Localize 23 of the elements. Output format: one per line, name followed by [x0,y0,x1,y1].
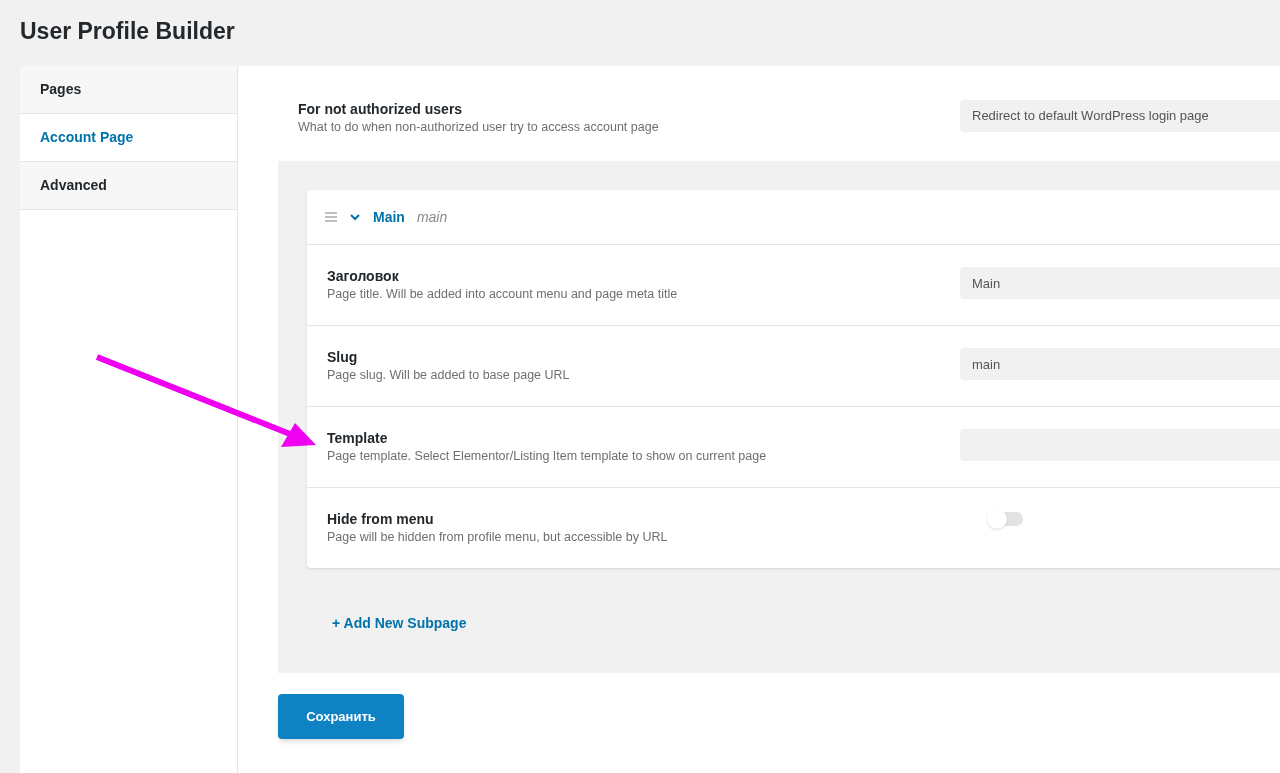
sidebar-tab[interactable]: Advanced [20,162,237,210]
subpage-title[interactable]: Main [373,206,405,228]
field-description: Page slug. Will be added to base page URL [327,367,571,384]
field-label: Заголовок [327,267,400,285]
text-field[interactable]: main [960,348,1280,380]
setting-label: For not authorized users [298,100,464,118]
drag-handle-icon[interactable] [325,212,337,222]
page-title: User Profile Builder [20,17,236,46]
select-field[interactable]: Redirect to default WordPress login page [960,100,1280,132]
add-subpage-link[interactable]: + Add New Subpage [332,615,467,631]
setting-description: What to do when non-authorized user try to access account page [298,119,660,136]
field-description: Page template. Select Elementor/Listing Item template to show on current page [327,448,768,465]
field-label: Slug [327,348,359,366]
field-description: Page title. Will be added into account menu and page meta title [327,286,679,303]
toggle-switch[interactable] [987,512,1023,526]
chevron-icon[interactable] [349,211,361,223]
save-button[interactable]: Сохранить [278,694,404,739]
subpage-slug: main [416,207,448,227]
sidebar-tab[interactable]: Pages [20,66,237,114]
field-label: Template [327,429,389,447]
text-field[interactable]: Main [960,267,1280,299]
field-description: Page will be hidden from profile menu, but accessible by URL [327,529,669,546]
field-label: Hide from menu [327,510,435,528]
